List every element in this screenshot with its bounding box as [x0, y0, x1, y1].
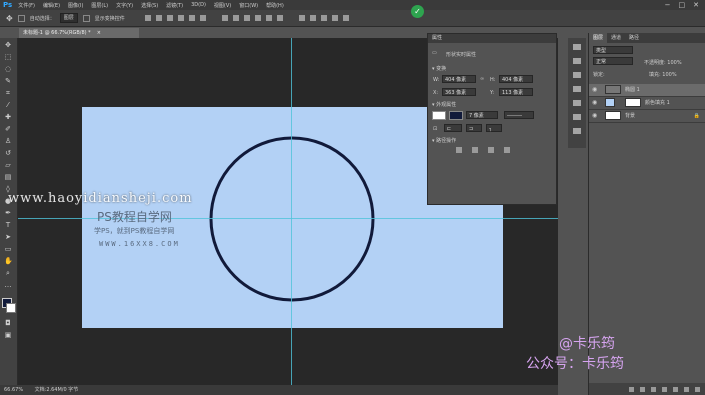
layer-row[interactable]: ◉ 椭圆 1: [589, 84, 705, 97]
watermark-subtitle: 学PS，就到PS教程自学网: [94, 227, 175, 235]
layer-thumbnail: [605, 85, 621, 94]
paragraph-icon[interactable]: [573, 114, 581, 120]
intersect-shapes-icon[interactable]: [488, 147, 494, 153]
corners-dropdown[interactable]: ┐: [486, 124, 502, 132]
opacity-control[interactable]: 不透明度: 100%: [644, 59, 682, 66]
watermark-title: PS教程自学网: [97, 210, 172, 224]
shape-icon: ▭: [432, 50, 437, 56]
site-watermark: www.haoyidiansheji.com: [8, 191, 193, 206]
document-info: 文档:2.64M/0 字节: [34, 387, 79, 393]
align-dropdown[interactable]: ⊏: [444, 124, 462, 132]
character-icon[interactable]: [573, 100, 581, 106]
align-icon[interactable]: ⊡: [433, 126, 437, 132]
appearance-section[interactable]: ▾ 外观属性: [432, 101, 456, 108]
link-icon[interactable]: ∞: [480, 76, 484, 82]
zoom-level[interactable]: 66.67%: [4, 387, 23, 393]
x-label: X:: [433, 90, 439, 96]
layer-name: 椭圆 1: [625, 87, 640, 93]
fill-swatch[interactable]: [432, 111, 446, 120]
adjustments-icon[interactable]: [573, 72, 581, 78]
appearance-section-label: 外观属性: [436, 102, 457, 108]
width-field[interactable]: 404 像素: [442, 75, 476, 83]
tab-channels[interactable]: 通道: [607, 33, 625, 43]
visibility-eye-icon[interactable]: ◉: [592, 110, 597, 122]
panel-icons: [568, 38, 586, 148]
properties-icon[interactable]: [573, 58, 581, 64]
y-label: Y:: [490, 90, 495, 96]
ellipse-path[interactable]: [209, 136, 375, 302]
h-label: H:: [490, 77, 496, 83]
brush-settings-icon[interactable]: [573, 86, 581, 92]
stroke-width-field[interactable]: 7 像素: [466, 111, 498, 119]
stroke-swatch[interactable]: [449, 111, 463, 120]
lock-icon: 🔒: [693, 113, 700, 119]
properties-title: 形状实时属性: [446, 52, 477, 58]
layers-tabs: 图层 通道 路径: [589, 33, 705, 43]
filter-type-label: 类型: [596, 48, 607, 54]
layer-name: 颜色填充 1: [645, 100, 670, 106]
adjustment-layer-icon[interactable]: [662, 386, 667, 392]
properties-panel: 属性 ▭ 形状实时属性 ▾ 变换 W: 404 像素 ∞ H: 404 像素 X…: [427, 33, 557, 205]
layer-mask-thumbnail: [625, 98, 641, 107]
watermark-url: WWW.16XX8.COM: [99, 240, 180, 248]
layer-thumbnail: [605, 98, 615, 107]
add-mask-icon[interactable]: [651, 386, 656, 392]
layer-filter-dropdown[interactable]: 类型: [593, 46, 633, 54]
lock-label: 锁定:: [593, 72, 605, 78]
subtract-shape-icon[interactable]: [472, 147, 478, 153]
tab-layers[interactable]: 图层: [589, 33, 608, 43]
height-field[interactable]: 404 像素: [499, 75, 533, 83]
combine-shapes-icon[interactable]: [456, 147, 462, 153]
layer-name: 背景: [625, 113, 636, 119]
visibility-eye-icon[interactable]: ◉: [592, 97, 597, 109]
path-ops-section-label: 路径操作: [436, 138, 457, 144]
vertical-guide[interactable]: [291, 38, 292, 385]
swatches-icon[interactable]: [573, 128, 581, 134]
x-field[interactable]: 363 像素: [442, 88, 476, 96]
fill-control[interactable]: 填充: 100%: [649, 71, 677, 78]
transform-section[interactable]: ▾ 变换: [432, 65, 446, 72]
properties-tab[interactable]: 属性: [428, 34, 556, 43]
tab-paths[interactable]: 路径: [625, 33, 643, 43]
layer-thumbnail: [605, 111, 621, 120]
status-bar: 66.67% 文档:2.64M/0 字节: [0, 385, 558, 395]
brand-watermark-2: 公众号：卡乐筠: [526, 356, 624, 372]
new-layer-icon[interactable]: [684, 386, 689, 392]
transform-section-label: 变换: [436, 66, 447, 72]
stroke-type-dropdown[interactable]: ―――: [504, 111, 534, 119]
path-ops-section[interactable]: ▾ 路径操作: [432, 137, 456, 144]
new-group-icon[interactable]: [673, 386, 678, 392]
history-icon[interactable]: [573, 44, 581, 50]
blend-mode-dropdown[interactable]: 正常: [593, 57, 633, 65]
delete-layer-icon[interactable]: [695, 386, 700, 392]
layers-footer: [589, 383, 705, 395]
exclude-overlap-icon[interactable]: [504, 147, 510, 153]
y-field[interactable]: 113 像素: [499, 88, 533, 96]
fx-icon[interactable]: [640, 386, 645, 392]
caps-dropdown[interactable]: ⊐: [466, 124, 482, 132]
layer-row[interactable]: ◉ 背景 🔒: [589, 110, 705, 123]
brand-watermark-1: @卡乐筠: [559, 336, 615, 352]
link-layers-icon[interactable]: [629, 386, 634, 392]
visibility-eye-icon[interactable]: ◉: [592, 84, 597, 96]
w-label: W:: [433, 77, 440, 83]
layer-row[interactable]: ◉ 颜色填充 1: [589, 97, 705, 110]
